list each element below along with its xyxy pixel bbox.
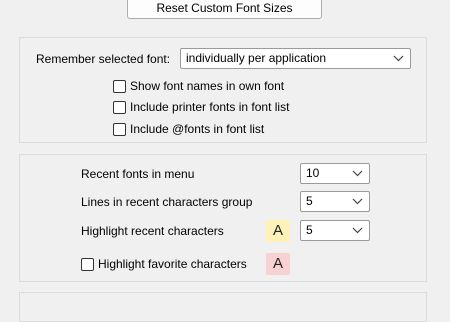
highlight-favorite-checkbox[interactable] (81, 258, 94, 271)
recent-fonts-label: Recent fonts in menu (81, 167, 195, 181)
chevron-down-icon (352, 170, 363, 177)
highlight-favorite-sample: A (272, 255, 283, 272)
highlight-recent-color-button[interactable]: A (266, 220, 290, 242)
highlight-recent-sample: A (272, 222, 283, 239)
highlight-recent-select[interactable]: 5 (300, 220, 370, 241)
remember-font-value: individually per application (186, 51, 327, 65)
include-at-fonts-label: Include @fonts in font list (130, 122, 265, 136)
next-settings-group (19, 292, 427, 322)
remember-font-select[interactable]: individually per application (180, 48, 411, 69)
recent-fonts-select[interactable]: 10 (300, 163, 370, 184)
reset-button-label: Reset Custom Font Sizes (156, 1, 293, 15)
lines-recent-chars-label: Lines in recent characters group (81, 195, 253, 209)
chevron-down-icon (352, 227, 363, 234)
include-at-fonts-checkbox[interactable] (113, 123, 126, 136)
remember-font-label: Remember selected font: (36, 52, 171, 66)
chevron-down-icon (352, 198, 363, 205)
reset-custom-font-sizes-button[interactable]: Reset Custom Font Sizes (127, 0, 322, 19)
lines-recent-chars-select[interactable]: 5 (300, 191, 370, 212)
show-font-names-label: Show font names in own font (130, 79, 285, 93)
show-font-names-checkbox[interactable] (113, 80, 126, 93)
include-printer-fonts-checkbox[interactable] (113, 101, 126, 114)
recent-fonts-value: 10 (306, 166, 320, 180)
highlight-favorite-color-button[interactable]: A (266, 253, 290, 275)
highlight-recent-value: 5 (306, 223, 313, 237)
chevron-down-icon (393, 55, 404, 62)
highlight-favorite-label: Highlight favorite characters (98, 257, 247, 271)
highlight-recent-label: Highlight recent characters (81, 224, 224, 238)
include-printer-fonts-label: Include printer fonts in font list (130, 100, 290, 114)
lines-recent-chars-value: 5 (306, 194, 313, 208)
